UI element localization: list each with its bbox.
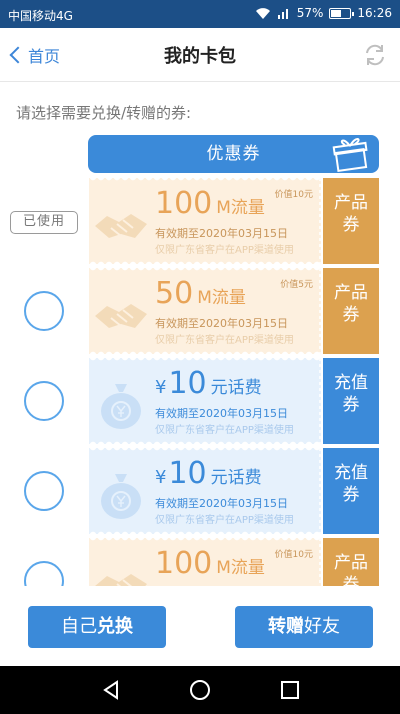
stub-line-2: 券 [342, 575, 360, 586]
gift-suffix: 好友 [304, 616, 340, 637]
stub-line-1: 充值 [334, 373, 368, 393]
coupon-worth: 价值10元 [274, 550, 313, 560]
stub-line-2: 券 [342, 305, 360, 325]
stub-line-1: 充值 [334, 463, 368, 483]
coupon-row[interactable]: 价值10元100M流量有效期至2020年03月15日仅限广东省客户在APP渠道使… [0, 538, 400, 586]
battery-percent: 57% [296, 6, 324, 20]
amount-unit: M流量 [216, 558, 265, 578]
coupon-type-stub: 产品券 [319, 178, 379, 264]
category-label: 优惠券 [206, 144, 261, 164]
coupon-type-stub: 产品券 [319, 538, 379, 586]
amount-value: 100 [155, 186, 213, 221]
nav-bar: 首页 我的卡包 [0, 28, 400, 82]
select-radio[interactable] [24, 471, 64, 511]
handshake-icon [95, 574, 147, 586]
gift-friend-button[interactable]: 转赠好友 [235, 606, 373, 648]
signal-icon [277, 9, 288, 19]
handshake-icon [95, 304, 147, 328]
select-radio[interactable] [24, 291, 64, 331]
instruction-text: 请选择需要兑换/转赠的券: [16, 104, 192, 122]
status-bar: 中国移动4G 57% 16:26 [0, 0, 400, 28]
coupon-type-stub: 充值券 [319, 358, 379, 444]
coupon-amount: ¥10 元话费 [155, 366, 262, 402]
amount-unit: M流量 [197, 288, 246, 308]
coupon-note: 仅限广东省客户在APP渠道使用 [155, 425, 294, 436]
redeem-prefix: 自己 [61, 616, 97, 637]
stub-line-1: 产品 [334, 283, 368, 303]
coupon-validity: 有效期至2020年03月15日 [155, 585, 288, 586]
coupon-list[interactable]: 已使用 价值10元 100 M流量 有效期至2020年03月15日 仅限广东省客户在APP… [0, 178, 400, 586]
gift-bold: 转赠 [268, 616, 304, 637]
system-navigation-bar [0, 666, 400, 714]
amount-value: 50 [155, 276, 194, 311]
used-badge: 已使用 [10, 211, 78, 234]
coupon-validity: 有效期至2020年03月15日 [155, 317, 288, 330]
redeem-self-button[interactable]: 自己兑换 [28, 606, 166, 648]
wifi-icon [255, 8, 270, 19]
coupon-validity: 有效期至2020年03月15日 [155, 227, 288, 240]
handshake-icon [95, 214, 147, 238]
amount-value: 10 [168, 456, 207, 491]
money-bag-icon [101, 474, 141, 519]
redeem-bold: 兑换 [97, 616, 133, 637]
amount-value: 100 [155, 546, 213, 581]
coupon-row[interactable]: ¥10 元话费有效期至2020年03月15日 仅限广东省客户在APP渠道使用 充值券 [0, 358, 400, 444]
coupon-amount: 100 M流量 [155, 186, 265, 222]
amount-unit: M流量 [216, 198, 265, 218]
back-triangle-icon[interactable] [99, 678, 123, 702]
coupon-row[interactable]: ¥10 元话费有效期至2020年03月15日 仅限广东省客户在APP渠道使用 充值券 [0, 448, 400, 534]
coupon-note: 仅限广东省客户在APP渠道使用 [155, 245, 294, 256]
gift-icon [332, 138, 368, 172]
stub-line-1: 产品 [334, 193, 368, 213]
coupon-worth: 价值10元 [274, 190, 313, 200]
coupon-card[interactable]: ¥10 元话费有效期至2020年03月15日 仅限广东省客户在APP渠道使用 充值券 [89, 448, 379, 534]
amount-unit: 元话费 [210, 378, 262, 398]
coupon-card[interactable]: 价值10元100M流量有效期至2020年03月15日仅限广东省客户在APP渠道使… [89, 538, 379, 586]
coupon-card[interactable]: 价值5元 50 M流量有效期至2020年03月15日 仅限广东省客户在APP渠道使用 产… [89, 268, 379, 354]
stub-line-2: 券 [342, 395, 360, 415]
coupon-category-header: 优惠券 [88, 135, 379, 173]
stub-line-1: 产品 [334, 553, 368, 573]
coupon-row[interactable]: 已使用 价值10元 100 M流量有效期至2020年03月15日 仅限广东省客户在APP… [0, 178, 400, 264]
coupon-type-stub: 产品券 [319, 268, 379, 354]
currency-symbol: ¥ [155, 467, 167, 488]
amount-value: 10 [168, 366, 207, 401]
coupon-amount: 100 M流量 [155, 546, 265, 582]
stub-line-2: 券 [342, 215, 360, 235]
select-radio[interactable] [24, 381, 64, 421]
coupon-amount: ¥10 元话费 [155, 456, 262, 492]
recents-square-icon[interactable] [278, 678, 302, 702]
coupon-validity: 有效期至2020年03月15日 [155, 497, 288, 510]
coupon-note: 仅限广东省客户在APP渠道使用 [155, 335, 294, 346]
page-title: 我的卡包 [164, 46, 236, 67]
coupon-amount: 50 M流量 [155, 276, 246, 312]
coupon-worth: 价值5元 [280, 280, 313, 290]
amount-unit: 元话费 [210, 468, 262, 488]
currency-symbol: ¥ [155, 377, 167, 398]
coupon-validity: 有效期至2020年03月15日 [155, 407, 288, 420]
select-radio[interactable] [24, 561, 64, 586]
coupon-note: 仅限广东省客户在APP渠道使用 [155, 515, 294, 526]
home-circle-icon[interactable] [188, 678, 212, 702]
coupon-type-stub: 充值券 [319, 448, 379, 534]
clock: 16:26 [357, 6, 392, 20]
stub-line-2: 券 [342, 485, 360, 505]
battery-icon [329, 7, 355, 19]
refresh-icon[interactable] [362, 42, 388, 68]
coupon-row[interactable]: 价值5元 50 M流量有效期至2020年03月15日 仅限广东省客户在APP渠道使用 产… [0, 268, 400, 354]
bottom-action-bar: 自己兑换 转赠好友 [0, 590, 400, 666]
carrier-label: 中国移动4G [8, 9, 73, 23]
coupon-card[interactable]: 价值10元 100M流量有效期至2020年03月15日仅限广东省客户在APP渠道使… [89, 178, 379, 264]
money-bag-icon [101, 384, 141, 429]
coupon-card[interactable]: ¥10 元话费有效期至2020年03月15日 仅限广东省客户在APP渠道使用 充值券 [89, 358, 379, 444]
